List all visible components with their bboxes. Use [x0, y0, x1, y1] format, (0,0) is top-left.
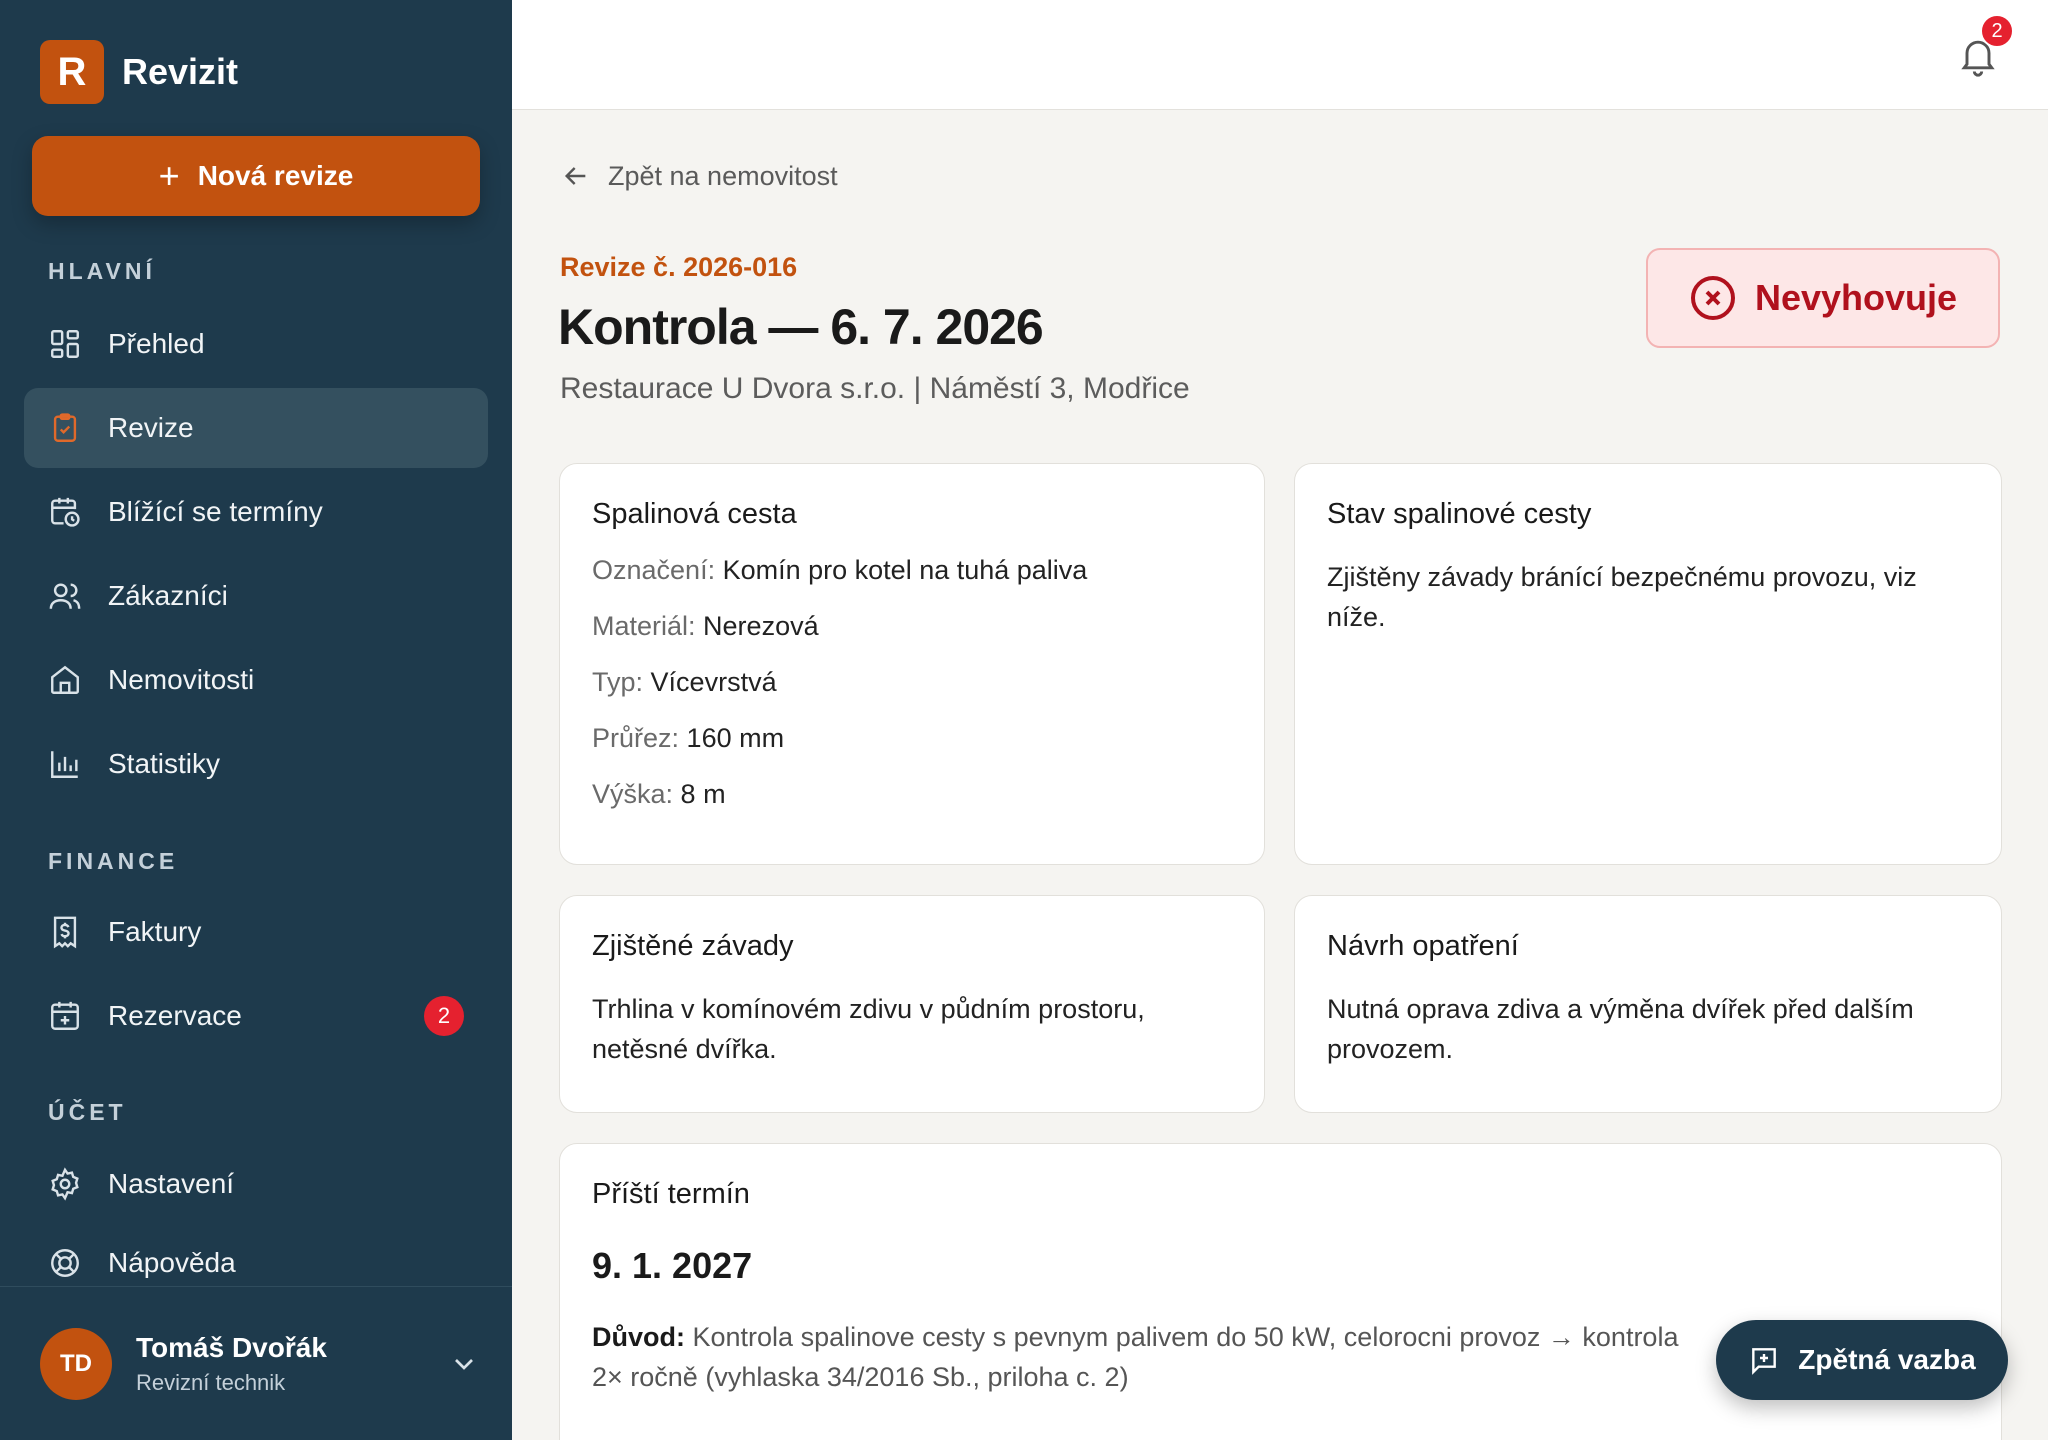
sidebar-item-invoices[interactable]: Faktury	[24, 892, 488, 972]
new-revision-label: Nová revize	[197, 160, 354, 191]
reason-label: Důvod:	[592, 1322, 685, 1352]
bar-chart-icon	[48, 747, 82, 781]
field-value: Komín pro kotel na tuhá paliva	[722, 555, 1088, 585]
user-info: Tomáš Dvořák Revizní technik	[136, 1332, 327, 1396]
card-text: Nutná oprava zdiva a výměna dvířek před …	[1327, 994, 1914, 1064]
plus-icon: +	[158, 155, 180, 196]
sidebar-divider	[0, 1286, 512, 1287]
flue-field-designation: Označení: Komín pro kotel na tuhá paliva	[592, 553, 1232, 587]
field-label: Typ:	[592, 667, 644, 697]
calendar-plus-icon	[48, 999, 82, 1033]
top-bar: 2	[512, 0, 2048, 110]
sidebar-item-label: Nemovitosti	[108, 664, 255, 695]
sidebar-item-overview[interactable]: Přehled	[24, 304, 488, 384]
sidebar-item-customers[interactable]: Zákazníci	[24, 556, 488, 636]
sidebar-item-label: Zákazníci	[108, 580, 228, 611]
field-value: Vícevrstvá	[650, 667, 777, 697]
gear-icon	[48, 1167, 82, 1201]
feedback-button[interactable]: Zpětná vazba	[1716, 1320, 2008, 1400]
lifebuoy-icon	[48, 1246, 82, 1280]
section-label-main: HLAVNÍ	[48, 258, 156, 284]
section-label-finance: FINANCE	[48, 848, 179, 874]
sidebar: R Revizit + Nová revize HLAVNÍ Přehled R…	[0, 0, 512, 1440]
sidebar-item-label: Přehled	[108, 328, 205, 359]
reason-text: Kontrola spalinove cesty s pevnym palive…	[592, 1322, 1679, 1392]
x-circle-icon	[1690, 276, 1735, 320]
sidebar-item-label: Revize	[108, 412, 194, 443]
flue-field-height: Výška: 8 m	[592, 777, 1232, 811]
card-title: Příští termín	[592, 1178, 750, 1210]
field-label: Materiál:	[592, 611, 696, 641]
sidebar-item-label: Faktury	[108, 916, 202, 947]
back-to-property-link[interactable]: Zpět na nemovitost	[560, 160, 838, 192]
sidebar-item-revisions[interactable]: Revize	[24, 388, 488, 468]
back-link-label: Zpět na nemovitost	[608, 160, 838, 191]
flue-field-cross-section: Průřez: 160 mm	[592, 721, 1232, 755]
message-plus-icon	[1752, 1348, 1777, 1375]
bookings-count-badge: 2	[424, 996, 464, 1036]
home-icon	[48, 663, 82, 697]
field-value: 160 mm	[686, 723, 785, 753]
measures-card: Návrh opatření Nutná oprava zdiva a výmě…	[1294, 895, 2002, 1113]
sidebar-item-label: Nápověda	[108, 1247, 236, 1278]
sidebar-item-settings[interactable]: Nastavení	[24, 1144, 488, 1224]
card-title: Zjištěné závady	[592, 930, 794, 962]
defects-card: Zjištěné závady Trhlina v komínovém zdiv…	[559, 895, 1265, 1113]
avatar: TD	[40, 1328, 112, 1400]
flue-card: Spalinová cesta Označení: Komín pro kote…	[559, 463, 1265, 865]
card-text: Trhlina v komínovém zdivu v půdním prost…	[592, 994, 1145, 1064]
sidebar-item-label: Nastavení	[108, 1168, 235, 1199]
user-name: Tomáš Dvořák	[136, 1332, 327, 1363]
notifications-badge: 2	[1980, 14, 2014, 48]
sidebar-item-label: Blížící se termíny	[108, 496, 323, 527]
new-revision-button[interactable]: + Nová revize	[32, 136, 480, 216]
page-title: Kontrola — 6. 7. 2026	[558, 299, 1044, 355]
field-value: Nerezová	[703, 611, 819, 641]
sidebar-item-properties[interactable]: Nemovitosti	[24, 640, 488, 720]
card-title: Spalinová cesta	[592, 498, 797, 530]
field-label: Označení:	[592, 555, 716, 585]
user-role: Revizní technik	[136, 1370, 286, 1395]
notifications-button[interactable]: 2	[1956, 14, 2014, 78]
status-badge: Nevyhovuje	[1646, 248, 2000, 348]
users-icon	[48, 579, 82, 613]
next-term-date: 9. 1. 2027	[592, 1245, 753, 1286]
flue-field-material: Materiál: Nerezová	[592, 609, 1232, 643]
card-title: Stav spalinové cesty	[1327, 498, 1592, 530]
section-label-account: ÚČET	[48, 1099, 127, 1125]
sidebar-item-label: Rezervace	[108, 1000, 242, 1031]
status-label: Nevyhovuje	[1754, 277, 1958, 318]
sidebar-item-help[interactable]: Nápověda	[24, 1228, 488, 1298]
card-text: Zjištěny závady bránící bezpečnému provo…	[1327, 562, 1917, 632]
flue-state-card: Stav spalinové cesty Zjištěny závady brá…	[1294, 463, 2002, 865]
flue-field-type: Typ: Vícevrstvá	[592, 665, 1232, 699]
sidebar-item-upcoming[interactable]: Blížící se termíny	[24, 472, 488, 552]
feedback-label: Zpětná vazba	[1798, 1344, 1976, 1375]
sidebar-item-statistics[interactable]: Statistiky	[24, 724, 488, 804]
clipboard-check-icon	[48, 411, 82, 445]
revision-number: Revize č. 2026-016	[560, 252, 798, 282]
calendar-clock-icon	[48, 495, 82, 529]
app-logo[interactable]: R Revizit	[40, 40, 238, 104]
invoice-icon	[48, 915, 82, 949]
logo-mark: R	[40, 40, 104, 104]
field-label: Průřez:	[592, 723, 680, 753]
card-title: Návrh opatření	[1327, 930, 1519, 962]
arrow-left-icon	[564, 167, 586, 185]
next-term-reason: Důvod: Kontrola spalinove cesty s pevnym…	[592, 1317, 1692, 1397]
chevron-down-icon	[455, 1359, 473, 1370]
app-name: Revizit	[122, 51, 239, 92]
page-subtitle: Restaurace U Dvora s.r.o. | Náměstí 3, M…	[560, 372, 1190, 405]
field-value: 8 m	[680, 779, 726, 809]
sidebar-item-label: Statistiky	[108, 748, 221, 779]
user-menu[interactable]: TD Tomáš Dvořák Revizní technik	[40, 1328, 480, 1400]
dashboard-icon	[48, 327, 82, 361]
field-label: Výška:	[592, 779, 674, 809]
sidebar-item-bookings[interactable]: Rezervace 2	[24, 976, 488, 1056]
